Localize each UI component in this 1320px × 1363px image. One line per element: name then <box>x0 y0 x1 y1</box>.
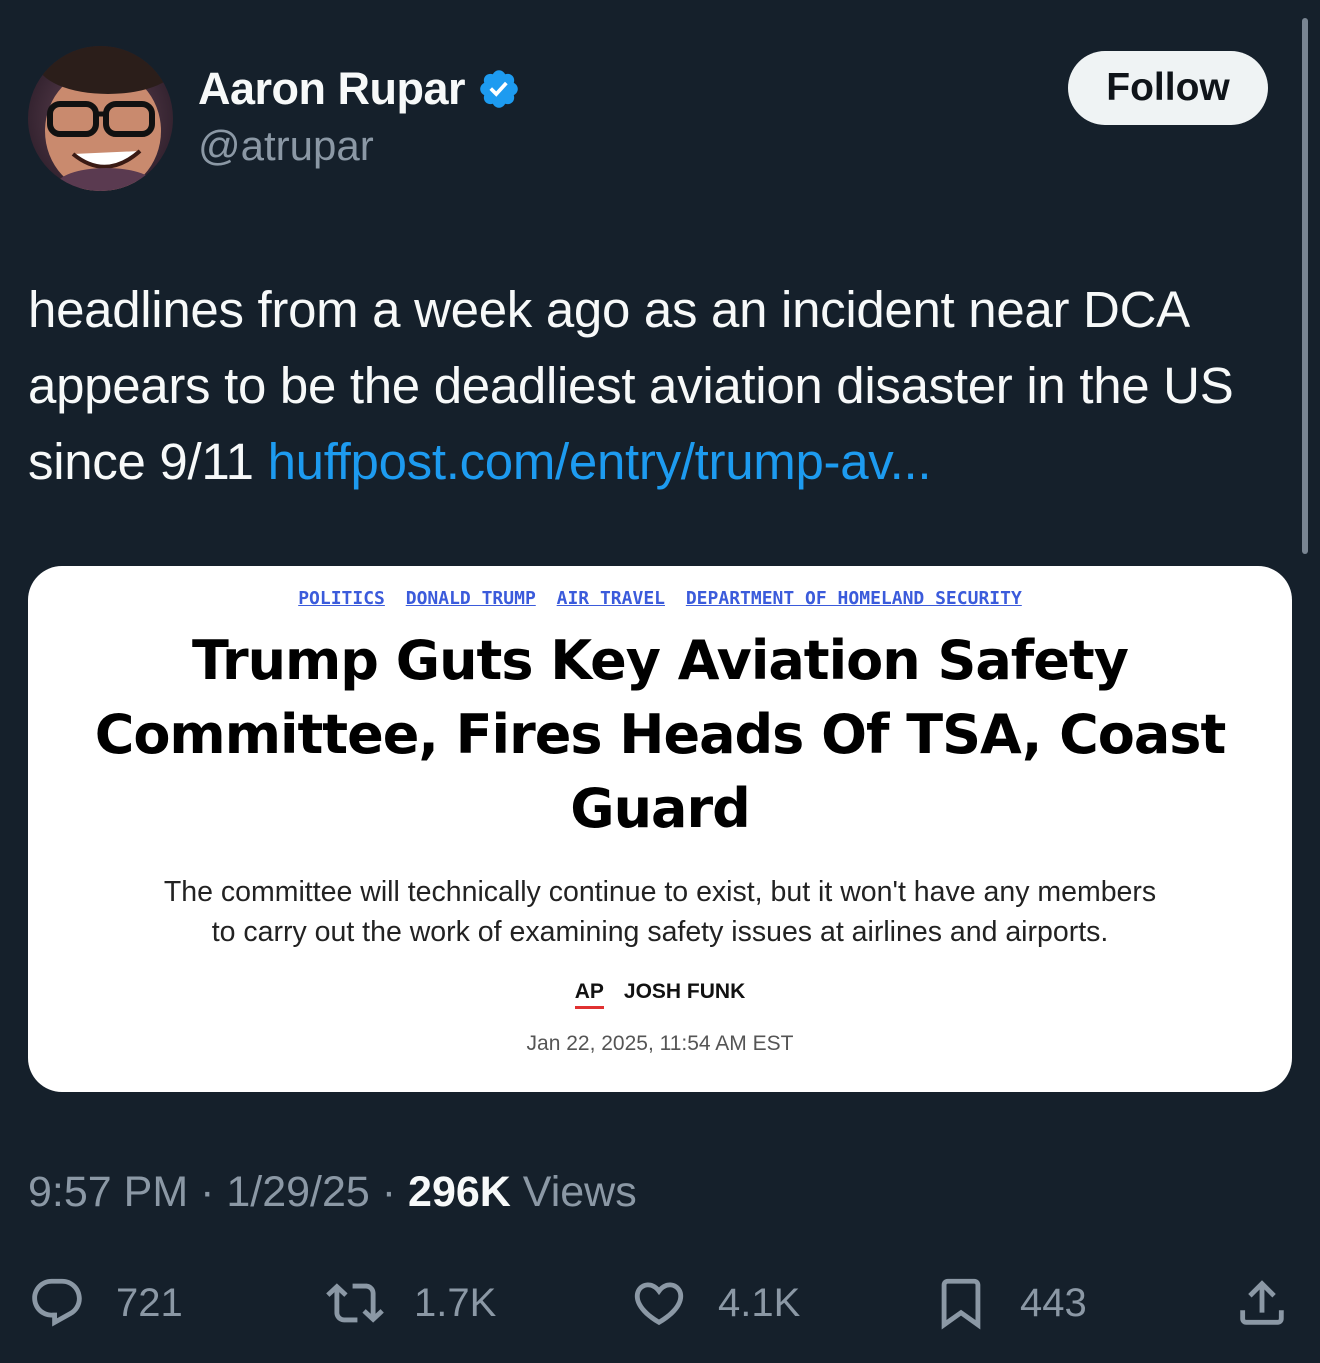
author-display-name[interactable]: Aaron Rupar <box>198 63 466 115</box>
author-handle[interactable]: @atrupar <box>198 122 374 170</box>
subhead-line-2: to carry out the work of examining safet… <box>211 916 1109 948</box>
verified-badge-icon <box>477 67 521 111</box>
article-tags: POLITICS DONALD TRUMP AIR TRAVEL DEPARTM… <box>28 588 1292 609</box>
views-count: 296K <box>408 1168 511 1216</box>
like-count: 4.1K <box>718 1280 801 1325</box>
tag-dhs: DEPARTMENT OF HOMELAND SECURITY <box>685 588 1022 609</box>
tweet-link[interactable]: huffpost.com/entry/trump-av... <box>268 433 932 490</box>
views-label: Views <box>510 1168 637 1216</box>
repost-button[interactable]: 1.7K <box>326 1270 496 1336</box>
article-headline: Trump Guts Key Aviation Safety Committee… <box>68 624 1252 846</box>
tag-air-travel: AIR TRAVEL <box>556 588 665 609</box>
meta-separator: · <box>188 1168 227 1216</box>
share-button[interactable] <box>1233 1270 1291 1336</box>
bookmark-icon <box>941 1278 981 1330</box>
headline-line-1: Trump Guts Key Aviation Safety <box>192 629 1129 692</box>
tweet-time[interactable]: 9:57 PM <box>28 1168 188 1216</box>
article-byline: AP JOSH FUNK <box>28 980 1292 1009</box>
author-name-row[interactable]: Aaron Rupar <box>198 60 521 118</box>
subhead-line-1: The committee will technically continue … <box>163 876 1157 908</box>
action-bar: 721 1.7K 4.1K 443 <box>0 1270 1320 1336</box>
article-card-image[interactable]: POLITICS DONALD TRUMP AIR TRAVEL DEPARTM… <box>28 566 1292 1092</box>
like-icon <box>634 1282 684 1326</box>
reply-button[interactable]: 721 <box>28 1270 183 1336</box>
share-icon <box>1240 1280 1284 1325</box>
byline-outlet: AP <box>574 980 604 1009</box>
bookmark-button[interactable]: 443 <box>932 1270 1087 1336</box>
headline-line-2: Committee, Fires Heads Of TSA, Coast <box>94 703 1227 766</box>
tag-politics: POLITICS <box>298 588 385 609</box>
article-dateline: Jan 22, 2025, 11:54 AM EST <box>526 1032 794 1055</box>
tweet-meta: 9:57 PM · 1/29/25 · 296K Views <box>28 1168 637 1217</box>
bookmark-count: 443 <box>1020 1280 1087 1325</box>
reply-icon <box>32 1278 82 1327</box>
avatar[interactable] <box>28 46 173 191</box>
repost-icon <box>326 1283 384 1323</box>
meta-separator-2: · <box>369 1168 409 1216</box>
byline-author: JOSH FUNK <box>623 980 746 1003</box>
article-subhead: The committee will technically continue … <box>58 872 1262 952</box>
avatar-image <box>28 46 173 191</box>
follow-button[interactable]: Follow <box>1068 51 1268 125</box>
tag-donald-trump: DONALD TRUMP <box>405 588 536 609</box>
scrollbar[interactable] <box>1302 18 1308 554</box>
tweet-date[interactable]: 1/29/25 <box>226 1168 369 1216</box>
like-button[interactable]: 4.1K <box>630 1270 800 1336</box>
headline-line-3: Guard <box>570 777 751 840</box>
repost-count: 1.7K <box>414 1280 497 1325</box>
reply-count: 721 <box>116 1280 183 1325</box>
tweet-text: headlines from a week ago as an incident… <box>28 272 1298 500</box>
